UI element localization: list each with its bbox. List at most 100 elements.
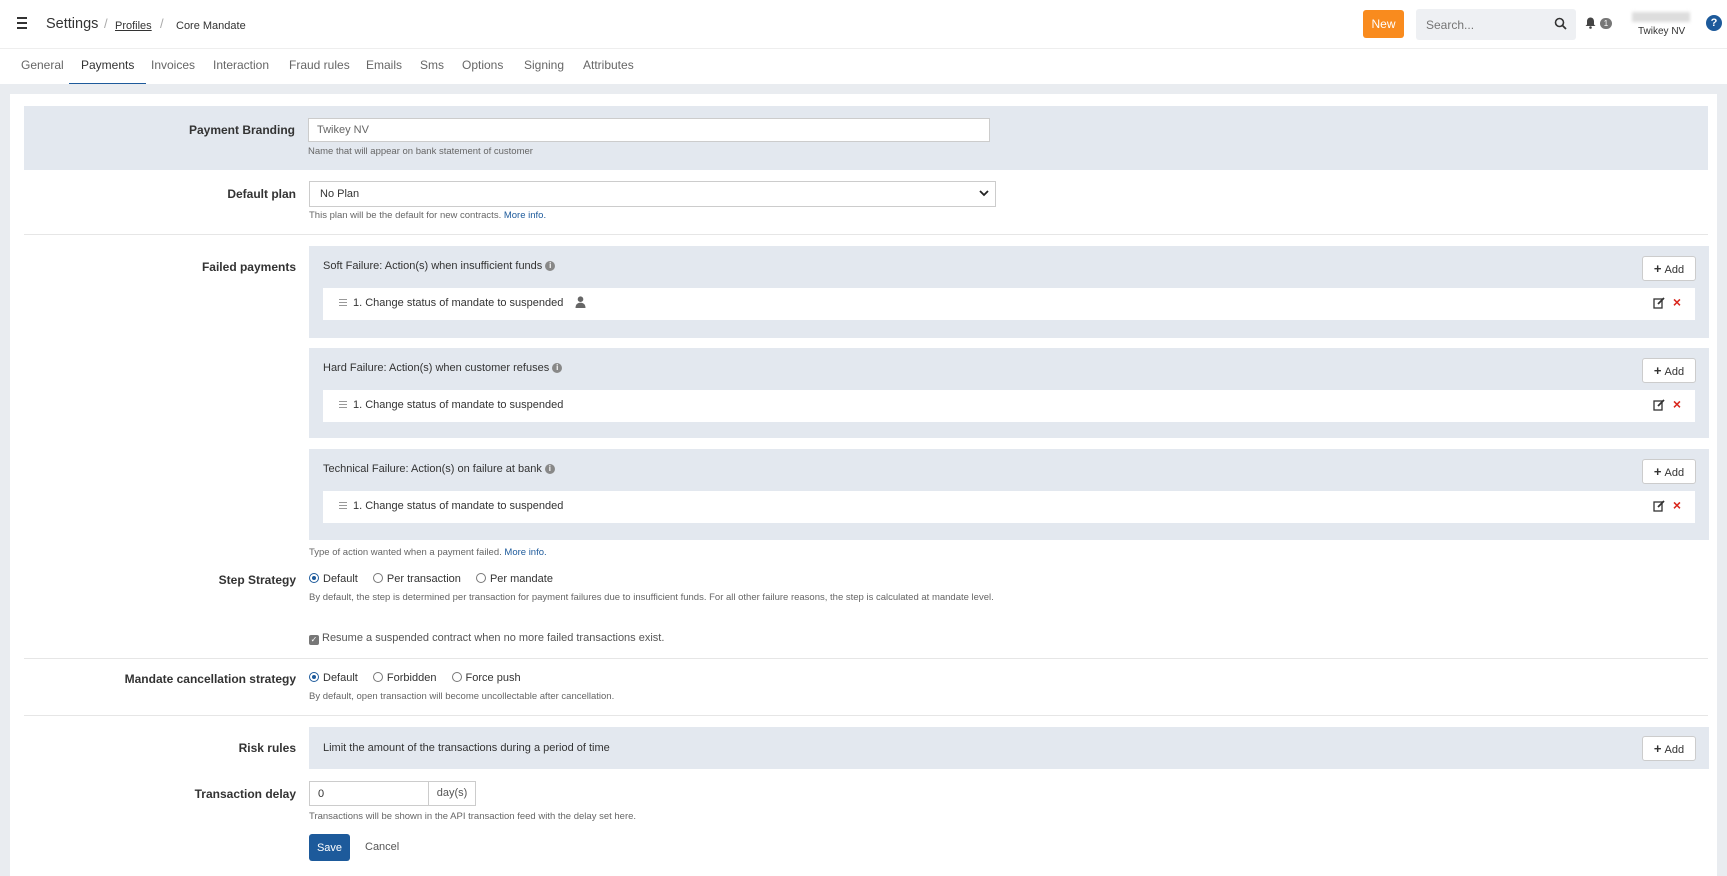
default-plan-label: Default plan xyxy=(227,187,296,201)
radio-label: Per mandate xyxy=(489,573,553,585)
mandate-cancellation-help: By default, open transaction will become… xyxy=(309,691,615,702)
risk-rules-label: Risk rules xyxy=(238,741,296,755)
edit-icon[interactable] xyxy=(1653,500,1665,512)
failed-payments-help: Type of action wanted when a payment fai… xyxy=(309,547,547,558)
tab-attributes[interactable]: Attributes xyxy=(583,57,634,85)
tab-emails[interactable]: Emails xyxy=(366,57,402,85)
soft-failure-action-row: 1. Change status of mandate to suspended… xyxy=(323,288,1695,320)
radio-label: Default xyxy=(323,573,358,585)
page-title: Settings xyxy=(46,16,99,32)
tab-fraud-rules[interactable]: Fraud rules xyxy=(289,57,350,85)
help-icon[interactable]: ? xyxy=(1706,15,1722,31)
add-label: Add xyxy=(1664,366,1685,378)
radio-icon[interactable] xyxy=(372,573,383,583)
risk-rules-box: Limit the amount of the transactions dur… xyxy=(309,727,1709,769)
failed-payments-more-info-link[interactable]: More info. xyxy=(504,547,546,558)
breadcrumb-profiles-link[interactable]: Profiles xyxy=(115,18,152,34)
risk-rules-text: Limit the amount of the transactions dur… xyxy=(323,742,610,754)
tab-invoices[interactable]: Invoices xyxy=(151,57,195,85)
notification-badge: 1 xyxy=(1600,18,1612,29)
tab-options[interactable]: Options xyxy=(462,57,503,85)
delete-icon[interactable]: × xyxy=(1673,396,1681,412)
transaction-delay-unit: day(s) xyxy=(428,781,476,806)
hard-failure-box: Hard Failure: Action(s) when customer re… xyxy=(309,348,1709,438)
transaction-delay-help: Transactions will be shown in the API tr… xyxy=(309,811,637,822)
tab-interaction[interactable]: Interaction xyxy=(213,57,269,85)
hard-failure-action-row: 1. Change status of mandate to suspended… xyxy=(323,390,1695,422)
drag-handle-icon[interactable] xyxy=(339,299,347,308)
resume-suspended-checkbox-row[interactable]: ✓ Resume a suspended contract when no mor… xyxy=(309,632,664,645)
plus-icon: + xyxy=(1653,464,1662,479)
bell-icon[interactable] xyxy=(1585,17,1596,29)
mandate-cancellation-radio-group: Default Forbidden Force push xyxy=(309,672,533,684)
radio-label: Forbidden xyxy=(386,672,437,684)
edit-icon[interactable] xyxy=(1653,399,1665,411)
info-icon[interactable]: i xyxy=(552,363,563,374)
radio-label: Default xyxy=(323,672,358,684)
hard-failure-add-button[interactable]: + Add xyxy=(1642,358,1696,383)
cancel-link[interactable]: Cancel xyxy=(365,841,399,853)
search-icon[interactable] xyxy=(1554,17,1567,30)
user-company[interactable]: Twikey NV xyxy=(1638,26,1685,37)
new-button[interactable]: New xyxy=(1363,10,1404,38)
payment-branding-help: Name that will appear on bank statement … xyxy=(308,146,533,157)
radio-label: Force push xyxy=(465,672,521,684)
soft-failure-box: Soft Failure: Action(s) when insufficien… xyxy=(309,246,1709,338)
transaction-delay-label: Transaction delay xyxy=(194,787,296,801)
search-box xyxy=(1416,9,1576,40)
mandate-cancellation-label: Mandate cancellation strategy xyxy=(124,672,296,686)
mandate-cancellation-option-forbidden[interactable]: Forbidden xyxy=(372,672,437,684)
technical-failure-add-button[interactable]: + Add xyxy=(1642,459,1696,484)
divider xyxy=(24,658,1708,659)
technical-failure-title: Technical Failure: Action(s) on failure … xyxy=(323,463,555,475)
checkbox-checked-icon[interactable]: ✓ xyxy=(309,635,319,645)
radio-icon[interactable] xyxy=(451,672,462,682)
payment-branding-input[interactable] xyxy=(308,118,990,142)
tab-general[interactable]: General xyxy=(21,57,64,85)
delete-icon[interactable]: × xyxy=(1673,497,1681,513)
delete-icon[interactable]: × xyxy=(1673,294,1681,310)
risk-rules-add-button[interactable]: + Add xyxy=(1642,736,1696,761)
info-icon[interactable]: i xyxy=(545,261,556,272)
step-strategy-option-per-transaction[interactable]: Per transaction xyxy=(372,573,461,585)
mandate-cancellation-option-default[interactable]: Default xyxy=(309,672,358,684)
divider xyxy=(24,715,1708,716)
default-plan-value: No Plan xyxy=(320,188,360,200)
technical-failure-action-row: 1. Change status of mandate to suspended… xyxy=(323,491,1695,523)
menu-icon[interactable] xyxy=(14,14,30,32)
hard-failure-title-text: Hard Failure: Action(s) when customer re… xyxy=(323,362,550,374)
drag-handle-icon[interactable] xyxy=(339,502,347,511)
step-strategy-help: By default, the step is determined per t… xyxy=(309,592,994,603)
step-strategy-option-per-mandate[interactable]: Per mandate xyxy=(475,573,553,585)
default-plan-more-info-link[interactable]: More info. xyxy=(504,210,546,221)
hard-failure-title: Hard Failure: Action(s) when customer re… xyxy=(323,362,563,374)
tab-payments[interactable]: Payments xyxy=(69,57,147,85)
info-icon[interactable]: i xyxy=(544,464,555,475)
tab-sms[interactable]: Sms xyxy=(420,57,444,85)
mandate-cancellation-option-force-push[interactable]: Force push xyxy=(451,672,521,684)
user-icon xyxy=(575,296,586,308)
radio-checked-icon[interactable] xyxy=(309,573,319,583)
transaction-delay-input[interactable] xyxy=(309,781,429,806)
radio-label: Per transaction xyxy=(386,573,461,585)
soft-failure-title-text: Soft Failure: Action(s) when insufficien… xyxy=(323,260,543,272)
user-name-redacted[interactable] xyxy=(1632,12,1690,22)
soft-failure-title: Soft Failure: Action(s) when insufficien… xyxy=(323,260,556,272)
add-label: Add xyxy=(1664,744,1685,756)
search-input[interactable] xyxy=(1416,9,1546,40)
divider xyxy=(24,234,1708,235)
radio-checked-icon[interactable] xyxy=(309,672,319,682)
drag-handle-icon[interactable] xyxy=(339,401,347,410)
soft-failure-add-button[interactable]: + Add xyxy=(1642,256,1696,281)
step-strategy-option-default[interactable]: Default xyxy=(309,573,358,585)
plus-icon: + xyxy=(1653,741,1662,756)
default-plan-select[interactable]: No Plan xyxy=(309,181,996,207)
top-bar: Settings / Profiles / Core Mandate New 1… xyxy=(0,0,1727,48)
radio-icon[interactable] xyxy=(372,672,383,682)
radio-icon[interactable] xyxy=(475,573,486,583)
step-strategy-label: Step Strategy xyxy=(218,573,296,587)
tab-signing[interactable]: Signing xyxy=(524,57,564,85)
save-button[interactable]: Save xyxy=(309,834,350,861)
failed-payments-help-text: Type of action wanted when a payment fai… xyxy=(309,547,502,558)
edit-icon[interactable] xyxy=(1653,297,1665,309)
